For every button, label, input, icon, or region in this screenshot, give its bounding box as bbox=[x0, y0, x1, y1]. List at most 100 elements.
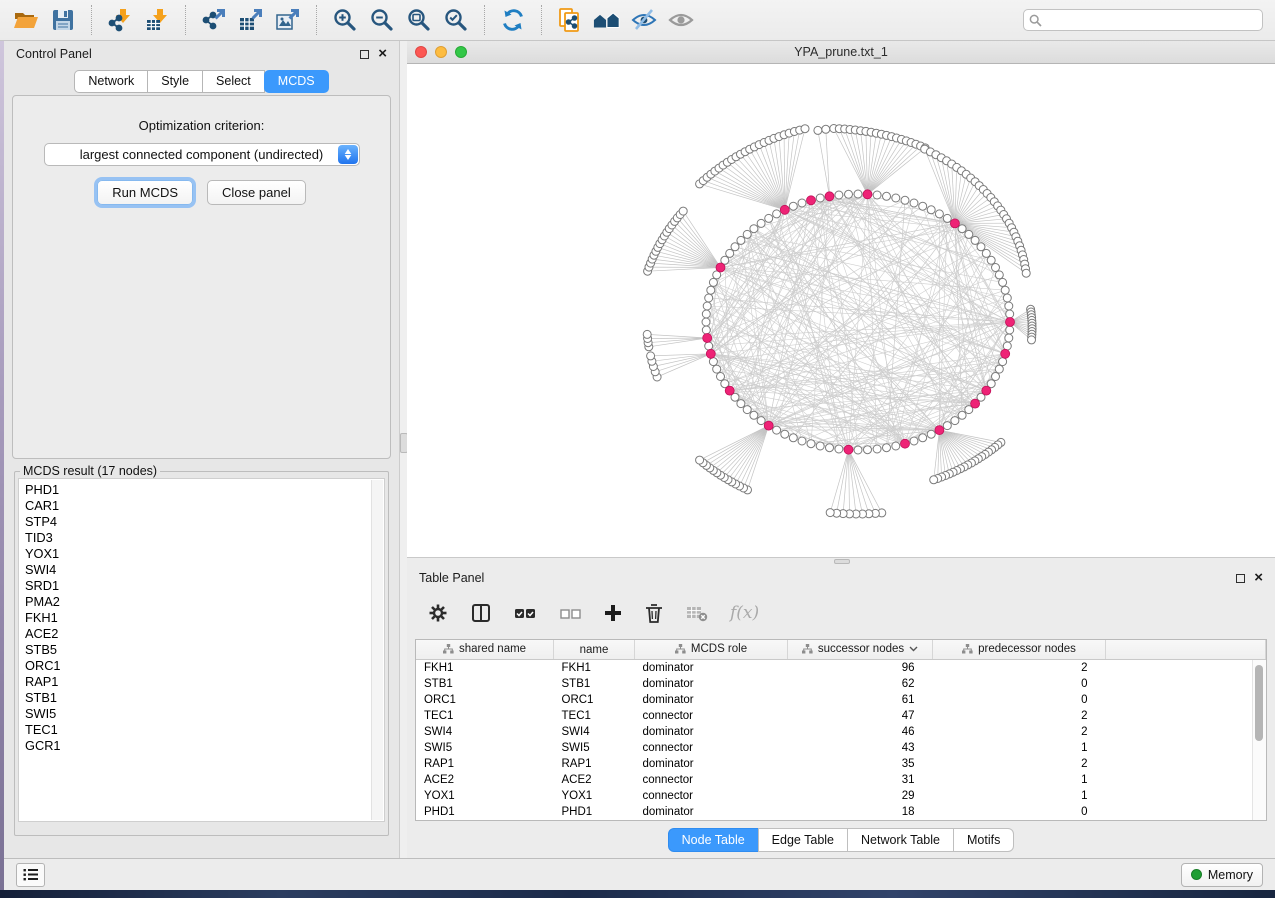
export-table-icon[interactable] bbox=[237, 6, 265, 34]
float-window-icon[interactable] bbox=[1236, 574, 1245, 583]
refresh-icon[interactable] bbox=[499, 6, 527, 34]
result-item[interactable]: STB1 bbox=[25, 690, 370, 706]
result-item[interactable]: PMA2 bbox=[25, 594, 370, 610]
network-node[interactable] bbox=[992, 264, 1000, 272]
network-node[interactable] bbox=[910, 199, 918, 207]
network-node[interactable] bbox=[992, 373, 1000, 381]
network-node[interactable] bbox=[935, 210, 943, 218]
network-node[interactable] bbox=[750, 411, 758, 419]
float-window-icon[interactable] bbox=[360, 50, 369, 59]
cell[interactable]: FKH1 bbox=[554, 660, 635, 677]
cell[interactable]: dominator bbox=[635, 660, 788, 677]
cell[interactable]: 2 bbox=[933, 756, 1106, 772]
vertical-splitter[interactable] bbox=[399, 41, 407, 858]
tab-network-table[interactable]: Network Table bbox=[847, 828, 954, 852]
network-node[interactable] bbox=[919, 434, 927, 442]
network-node[interactable] bbox=[927, 206, 935, 214]
network-node[interactable] bbox=[713, 365, 721, 373]
network-node[interactable] bbox=[789, 434, 797, 442]
result-item[interactable]: CAR1 bbox=[25, 498, 370, 514]
network-node[interactable] bbox=[816, 194, 824, 202]
mcds-node[interactable] bbox=[703, 334, 712, 343]
close-panel-button[interactable]: Close panel bbox=[207, 180, 306, 205]
show-columns-icon[interactable] bbox=[470, 602, 492, 624]
cell[interactable]: ACE2 bbox=[554, 772, 635, 788]
mcds-node[interactable] bbox=[716, 263, 725, 272]
mcds-node[interactable] bbox=[971, 399, 980, 408]
cell[interactable]: 1 bbox=[933, 788, 1106, 804]
network-node[interactable] bbox=[726, 249, 734, 257]
mcds-node[interactable] bbox=[1006, 318, 1015, 327]
mcds-node[interactable] bbox=[1001, 349, 1010, 358]
cell[interactable]: connector bbox=[635, 740, 788, 756]
network-node[interactable] bbox=[757, 219, 765, 227]
network-node[interactable] bbox=[892, 442, 900, 450]
table-row[interactable]: STB1STB1dominator620 bbox=[416, 676, 1266, 692]
network-node[interactable] bbox=[798, 199, 806, 207]
network-node[interactable] bbox=[814, 126, 822, 134]
cell[interactable]: connector bbox=[635, 788, 788, 804]
zoom-selected-icon[interactable] bbox=[442, 6, 470, 34]
network-node[interactable] bbox=[773, 210, 781, 218]
network-node[interactable] bbox=[883, 444, 891, 452]
result-item[interactable]: ACE2 bbox=[25, 626, 370, 642]
table-scrollbar[interactable] bbox=[1252, 660, 1266, 820]
zoom-out-icon[interactable] bbox=[368, 6, 396, 34]
cell[interactable]: 1 bbox=[933, 772, 1106, 788]
search-input[interactable] bbox=[1046, 12, 1257, 28]
cell[interactable]: 2 bbox=[933, 708, 1106, 724]
network-graph[interactable] bbox=[407, 64, 1275, 557]
cell[interactable]: 29 bbox=[788, 788, 933, 804]
result-item[interactable]: SWI5 bbox=[25, 706, 370, 722]
export-network-icon[interactable] bbox=[200, 6, 228, 34]
search-field[interactable] bbox=[1023, 9, 1263, 31]
network-node[interactable] bbox=[822, 125, 830, 133]
splitter-grip[interactable] bbox=[834, 559, 850, 564]
network-node[interactable] bbox=[702, 310, 710, 318]
network-node[interactable] bbox=[798, 437, 806, 445]
network-node[interactable] bbox=[696, 456, 704, 464]
table-row[interactable]: SWI5SWI5connector431 bbox=[416, 740, 1266, 756]
network-node[interactable] bbox=[930, 476, 938, 484]
tab-network[interactable]: Network bbox=[74, 70, 148, 93]
result-item[interactable]: TEC1 bbox=[25, 722, 370, 738]
network-node[interactable] bbox=[1005, 334, 1013, 342]
cell[interactable]: STB1 bbox=[554, 676, 635, 692]
table-row[interactable]: YOX1YOX1connector291 bbox=[416, 788, 1266, 804]
table-settings-gear-icon[interactable] bbox=[427, 602, 449, 624]
network-node[interactable] bbox=[647, 352, 655, 360]
network-node[interactable] bbox=[679, 207, 687, 215]
network-node[interactable] bbox=[709, 278, 717, 286]
mcds-node[interactable] bbox=[706, 349, 715, 358]
network-node[interactable] bbox=[737, 236, 745, 244]
network-node[interactable] bbox=[1028, 336, 1036, 344]
cell[interactable]: RAP1 bbox=[416, 756, 554, 772]
column-header-predecessor-nodes[interactable]: predecessor nodes bbox=[933, 640, 1106, 660]
cell[interactable]: SWI4 bbox=[416, 724, 554, 740]
network-node[interactable] bbox=[773, 426, 781, 434]
network-node[interactable] bbox=[705, 342, 713, 350]
network-node[interactable] bbox=[781, 430, 789, 438]
network-node[interactable] bbox=[854, 190, 862, 198]
delete-column-trash-icon[interactable] bbox=[644, 602, 664, 624]
network-node[interactable] bbox=[987, 256, 995, 264]
cell[interactable]: PHD1 bbox=[416, 804, 554, 820]
cell[interactable]: ACE2 bbox=[416, 772, 554, 788]
network-node[interactable] bbox=[731, 243, 739, 251]
mcds-node[interactable] bbox=[780, 205, 789, 214]
network-node[interactable] bbox=[845, 190, 853, 198]
network-node[interactable] bbox=[1006, 310, 1014, 318]
close-icon[interactable]: × bbox=[1254, 573, 1263, 583]
network-node[interactable] bbox=[807, 440, 815, 448]
network-node[interactable] bbox=[1001, 286, 1009, 294]
scrollbar-thumb[interactable] bbox=[1255, 665, 1263, 741]
cell[interactable]: 2 bbox=[933, 724, 1106, 740]
cell[interactable]: connector bbox=[635, 708, 788, 724]
network-node[interactable] bbox=[717, 373, 725, 381]
cell[interactable]: 96 bbox=[788, 660, 933, 677]
import-network-icon[interactable] bbox=[106, 6, 134, 34]
result-item[interactable]: ORC1 bbox=[25, 658, 370, 674]
network-node[interactable] bbox=[1006, 326, 1014, 334]
network-node[interactable] bbox=[643, 330, 651, 338]
result-scrollbar[interactable] bbox=[371, 480, 383, 820]
